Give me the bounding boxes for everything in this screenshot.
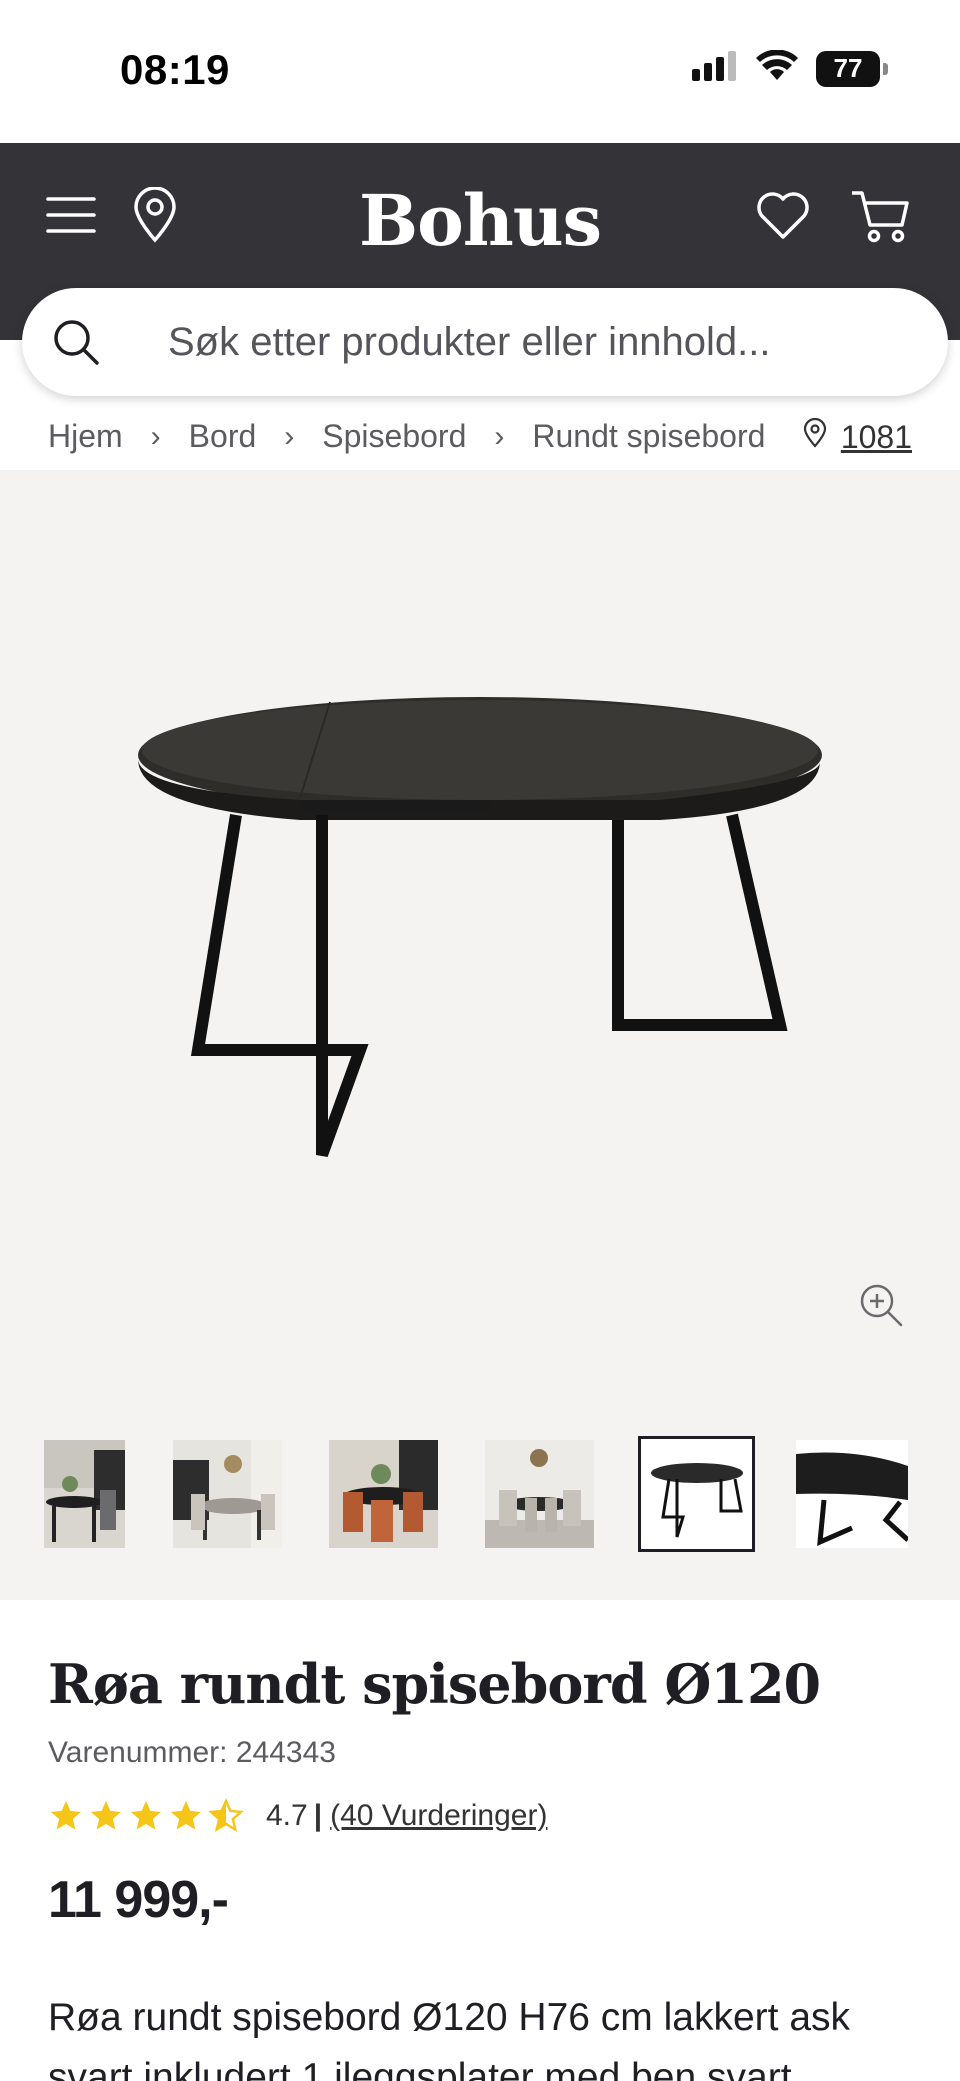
reviews-link[interactable]: (40 Vurderinger) — [330, 1799, 547, 1833]
rating-value: 4.7 — [266, 1799, 308, 1832]
search-bar[interactable] — [22, 288, 948, 396]
thumbnail-4[interactable] — [485, 1440, 594, 1548]
search-icon[interactable] — [52, 318, 100, 371]
star-icon — [91, 1801, 121, 1830]
bohus-logo[interactable]: Bohus — [0, 179, 960, 262]
rating-separator: | — [313, 1799, 323, 1832]
chevron-right-icon: › — [494, 419, 505, 453]
star-icon — [51, 1801, 81, 1830]
zoom-in-icon[interactable] — [858, 1282, 904, 1333]
heart-icon[interactable] — [756, 191, 810, 241]
status-bar: 08:19 77 — [0, 0, 960, 143]
product-price: 11 999,- — [48, 1871, 229, 1929]
star-icon — [131, 1801, 161, 1830]
wifi-icon — [756, 49, 798, 87]
product-sku: Varenummer: 244343 — [48, 1736, 336, 1769]
location-pin-icon — [803, 417, 827, 456]
cart-icon[interactable] — [850, 189, 910, 245]
battery-icon: 77 — [816, 50, 888, 87]
thumbnail-3[interactable] — [329, 1440, 438, 1548]
store-number[interactable]: 1081 — [841, 419, 912, 456]
breadcrumb: Hjem › Bord › Spisebord › Rundt spisebor… — [48, 418, 765, 455]
breadcrumb-item-spisebord[interactable]: Spisebord — [322, 418, 466, 455]
half-star-icon — [208, 1798, 244, 1832]
thumbnail-6[interactable] — [796, 1440, 908, 1548]
breadcrumb-item-rundt-spisebord[interactable]: Rundt spisebord — [532, 418, 765, 455]
breadcrumb-item-hjem[interactable]: Hjem — [48, 418, 123, 455]
status-time: 08:19 — [120, 46, 230, 93]
thumbnail-5-selected[interactable] — [638, 1436, 755, 1552]
status-icons: 77 — [692, 49, 888, 87]
chevron-right-icon: › — [150, 419, 161, 453]
star-icon — [171, 1801, 201, 1830]
thumbnail-2[interactable] — [173, 1440, 282, 1548]
thumbnail-strip — [0, 1430, 960, 1560]
chevron-right-icon: › — [284, 419, 295, 453]
thumbnail-1[interactable] — [44, 1440, 125, 1548]
rating-stars — [48, 1798, 244, 1834]
signal-icon — [692, 51, 738, 86]
store-link[interactable]: 1081 — [803, 417, 912, 456]
product-title: Røa rundt spisebord Ø120 — [48, 1652, 821, 1716]
breadcrumb-item-bord[interactable]: Bord — [189, 418, 257, 455]
product-image — [138, 697, 822, 1158]
product-description: Røa rundt spisebord Ø120 H76 cm lakkert … — [48, 1996, 851, 2081]
product-rating: 4.7 | (40 Vurderinger) — [48, 1798, 547, 1834]
product-info: Røa rundt spisebord Ø120 Varenummer: 244… — [0, 1600, 960, 2081]
search-input[interactable] — [168, 312, 908, 372]
